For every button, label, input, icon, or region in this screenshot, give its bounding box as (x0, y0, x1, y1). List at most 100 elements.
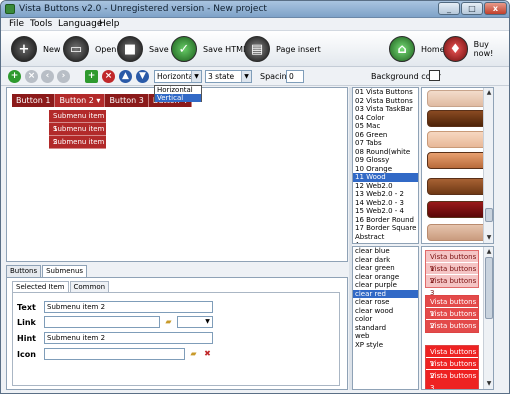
theme-list-item[interactable]: 03 Vista TaskBar (353, 105, 418, 114)
style-button[interactable]: Vista buttons 3 (426, 370, 478, 389)
theme-list-item[interactable]: 04 Color (353, 114, 418, 123)
style-list-item[interactable]: clear blue (353, 247, 418, 256)
open-button[interactable]: ▭ Open (63, 34, 116, 64)
style-list-item[interactable]: standard (353, 324, 418, 333)
menu-button-1[interactable]: Button 1 (12, 94, 56, 107)
page-insert-button[interactable]: ▤ Page insert (244, 34, 321, 64)
close-button[interactable]: x (484, 2, 507, 15)
scroll-up-icon[interactable]: ▲ (484, 247, 493, 256)
theme-list-item[interactable]: 02 Vista Buttons (353, 97, 418, 106)
text-field[interactable]: Submenu item 2 (44, 301, 213, 313)
style-list-item[interactable]: clear dark (353, 256, 418, 265)
move-up-icon[interactable]: ▲ (119, 70, 132, 83)
preview-button-3[interactable] (427, 131, 489, 148)
style-button[interactable]: Vista buttons 1 (426, 251, 478, 273)
style-button[interactable]: Vista buttons 2 (426, 308, 478, 330)
preview-button-1[interactable] (427, 90, 489, 107)
preview-scrollbar[interactable]: ▲ ▼ (483, 88, 493, 243)
style-list-item[interactable]: clear purple (353, 281, 418, 290)
submenu-item-2[interactable]: Submenu item 2 (49, 123, 106, 146)
theme-list-item[interactable]: 15 Web2.0 - 4 (353, 207, 418, 216)
menu-file[interactable]: File (9, 19, 24, 29)
home-button[interactable]: ⌂ Home (389, 34, 445, 64)
maximize-button[interactable]: □ (461, 2, 483, 15)
hint-field[interactable]: Submenu item 2 (44, 332, 213, 344)
style-button[interactable]: Vista buttons 1 (426, 346, 478, 368)
background-color-swatch[interactable] (429, 70, 440, 81)
delete-icon[interactable]: ✖ (202, 349, 213, 359)
scroll-thumb[interactable] (485, 208, 493, 222)
new-button[interactable]: + New (11, 34, 60, 64)
add-submenu-icon[interactable]: + (85, 70, 98, 83)
menu-tools[interactable]: Tools (30, 19, 52, 29)
folder-icon[interactable]: ▰ (163, 317, 174, 327)
save-button[interactable]: ■ Save (117, 34, 169, 64)
spacing-stepper[interactable]: 0 (286, 70, 304, 83)
preview-button-6[interactable] (427, 201, 489, 218)
theme-list-item[interactable]: 12 Web2.0 (353, 182, 418, 191)
folder-icon[interactable]: ▰ (188, 349, 199, 359)
minimize-button[interactable]: _ (438, 2, 460, 15)
scroll-thumb[interactable] (485, 257, 493, 319)
icon-field[interactable] (44, 348, 185, 360)
tab-common[interactable]: Common (69, 281, 110, 292)
move-down-icon[interactable]: ▼ (136, 70, 149, 83)
theme-list-item[interactable]: Aqua (353, 241, 418, 243)
remove-button-icon[interactable]: × (25, 70, 38, 83)
menu-help[interactable]: Help (99, 19, 120, 29)
theme-list-item[interactable]: 07 Tabs (353, 139, 418, 148)
style-list-item[interactable]: XP style (353, 341, 418, 350)
style-button[interactable]: Vista buttons 2 (426, 263, 478, 285)
link-field[interactable] (44, 316, 160, 328)
theme-list-item[interactable]: 01 Vista Buttons (353, 88, 418, 97)
theme-list-item[interactable]: 05 Mac (353, 122, 418, 131)
tab-selected-item[interactable]: Selected Item (12, 281, 69, 292)
style-list-item[interactable]: clear red (353, 289, 418, 298)
style-list-item[interactable]: web (353, 332, 418, 341)
style-button[interactable]: Vista buttons 1 (426, 296, 478, 318)
menu-button-3[interactable]: Button 3 (105, 94, 149, 107)
add-button-icon[interactable]: + (8, 70, 21, 83)
orientation-select[interactable]: Horizontal ▼ (154, 70, 202, 83)
save-html-button[interactable]: ✓ Save HTML (171, 34, 247, 64)
buy-now-button[interactable]: ♦ Buy now! (443, 34, 509, 64)
style-list-item[interactable]: clear orange (353, 273, 418, 282)
orientation-option-vertical[interactable]: Vertical (155, 94, 201, 102)
style-list-item[interactable]: clear wood (353, 307, 418, 316)
scroll-down-icon[interactable]: ▼ (484, 233, 493, 242)
style-list-item[interactable]: clear rose (353, 298, 418, 307)
tab-buttons[interactable]: Buttons (6, 265, 42, 277)
state-select[interactable]: 3 state ▼ (205, 70, 252, 83)
arrow-right-icon[interactable]: › (57, 70, 70, 83)
theme-list-item[interactable]: 14 Web2.0 - 3 (353, 199, 418, 208)
style-button[interactable]: Vista buttons 3 (426, 320, 478, 342)
theme-list-item[interactable]: 10 Orange (353, 165, 418, 174)
theme-list-item[interactable]: 08 Round(white (353, 148, 418, 157)
style-button[interactable]: Vista buttons 2 (426, 358, 478, 380)
theme-list-item[interactable]: 16 Border Round (353, 216, 418, 225)
menu-button-2[interactable]: Button 2 ▾ (55, 94, 106, 107)
submenu-item-3[interactable]: Submenu item 3 (49, 136, 106, 159)
preview-button-2[interactable] (427, 110, 489, 127)
delete-submenu-icon[interactable]: × (102, 70, 115, 83)
theme-list-item[interactable]: 06 Green (353, 131, 418, 140)
menu-language[interactable]: Language (58, 19, 102, 29)
style-list-item[interactable]: clear green (353, 264, 418, 273)
style-list-item[interactable]: color (353, 315, 418, 324)
theme-list-item[interactable]: Abstract (353, 233, 418, 242)
scroll-up-icon[interactable]: ▲ (484, 88, 493, 97)
link-target-select[interactable]: ▼ (177, 316, 213, 328)
theme-list-item[interactable]: 11 Wood (353, 173, 418, 182)
style-button[interactable]: Vista buttons 3 (426, 275, 478, 297)
preview-button-4[interactable] (427, 152, 489, 169)
style-scrollbar[interactable]: ▲ ▼ (483, 247, 493, 389)
theme-list-item[interactable]: 09 Glossy (353, 156, 418, 165)
tab-submenus[interactable]: Submenus (42, 265, 88, 277)
preview-button-5[interactable] (427, 178, 489, 195)
arrow-left-icon[interactable]: ‹ (41, 70, 54, 83)
theme-list-item[interactable]: 17 Border Square (353, 224, 418, 233)
preview-button-7[interactable] (427, 224, 489, 241)
submenu-item-1[interactable]: Submenu item 1 (49, 110, 106, 133)
scroll-down-icon[interactable]: ▼ (484, 379, 493, 388)
theme-list-item[interactable]: 13 Web2.0 - 2 (353, 190, 418, 199)
